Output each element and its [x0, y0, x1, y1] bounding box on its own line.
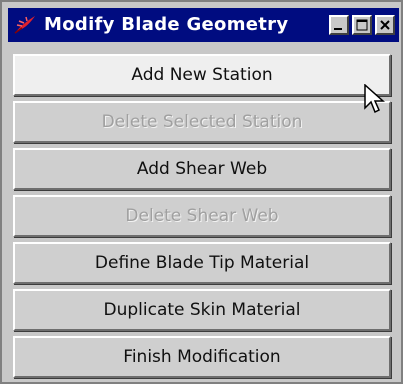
define-blade-tip-material-button[interactable]: Define Blade Tip Material	[13, 242, 391, 284]
minimize-button[interactable]	[329, 15, 349, 35]
mouse-pointer-icon	[364, 84, 385, 114]
finish-modification-button[interactable]: Finish Modification	[13, 336, 391, 378]
tk-feather-icon	[14, 16, 35, 34]
close-button[interactable]	[375, 15, 395, 35]
title-bar[interactable]: Modify Blade Geometry	[8, 8, 399, 42]
delete-shear-web-button[interactable]: Delete Shear Web	[13, 195, 391, 237]
add-new-station-button[interactable]: Add New Station	[13, 54, 391, 96]
window-controls	[329, 15, 395, 35]
add-shear-web-button[interactable]: Add Shear Web	[13, 148, 391, 190]
minimize-icon	[334, 28, 342, 30]
delete-selected-station-button[interactable]: Delete Selected Station	[13, 101, 391, 143]
maximize-icon	[356, 19, 368, 31]
window-title: Modify Blade Geometry	[44, 14, 289, 35]
close-icon	[380, 20, 390, 30]
maximize-button[interactable]	[352, 15, 372, 35]
modify-blade-geometry-window: Modify Blade Geometry Add New Station De…	[0, 0, 403, 384]
duplicate-skin-material-button[interactable]: Duplicate Skin Material	[13, 289, 391, 331]
